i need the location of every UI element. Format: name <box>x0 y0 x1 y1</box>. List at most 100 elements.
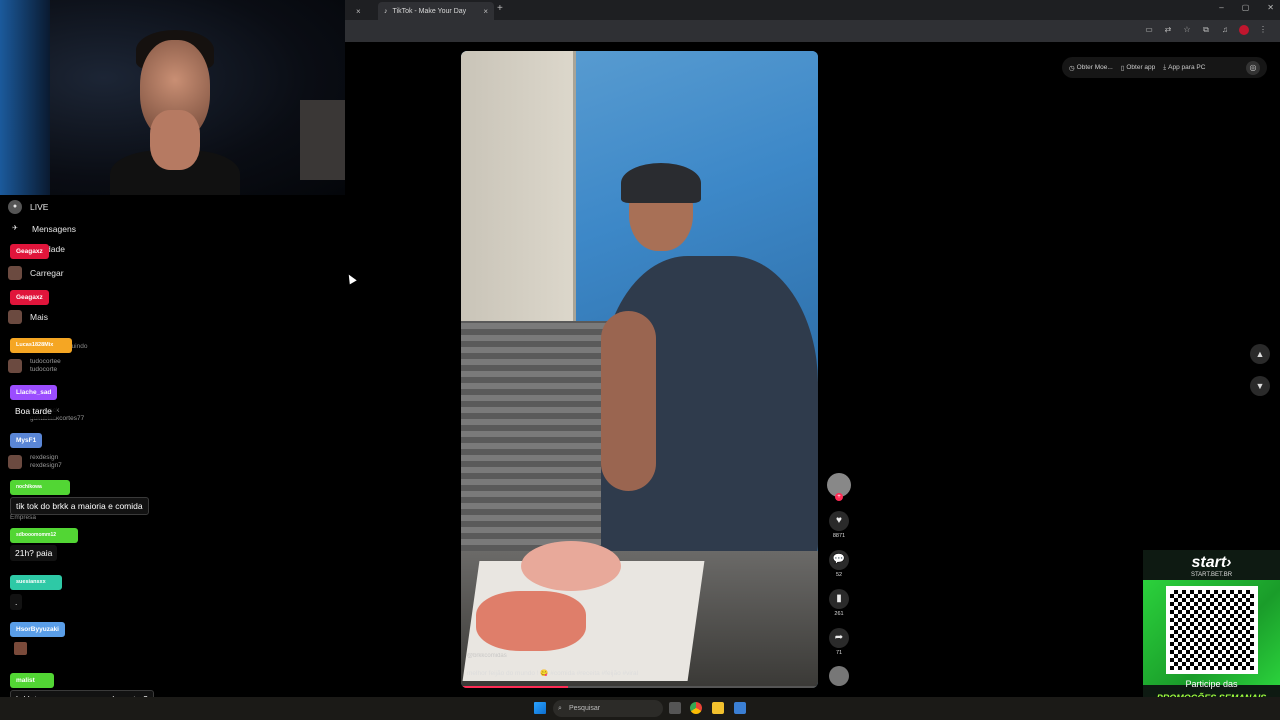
get-app-label: Obter app <box>1126 64 1156 71</box>
comment-count: 52 <box>835 572 843 578</box>
like-button[interactable]: ♥ 8871 <box>827 511 851 539</box>
share-icon: ➦ <box>829 628 849 648</box>
chat-username: Geagaxz <box>10 244 49 259</box>
next-video-button[interactable]: ▼ <box>1250 376 1270 396</box>
music-disc-icon <box>829 666 849 686</box>
video-caption[interactable]: melhor feijão do mundo ! 😋 #comida #rece… <box>467 669 638 677</box>
nav-messages[interactable]: ✈ Mensagens <box>8 222 76 236</box>
send-icon: ✈ <box>12 225 18 232</box>
save-button[interactable]: ▮ 261 <box>827 589 851 617</box>
nav-live-label: LIVE <box>30 202 49 212</box>
chat-username: Lucas1828Mix <box>10 338 72 353</box>
heart-icon: ♥ <box>829 511 849 531</box>
comment-button[interactable]: 💬 52 <box>827 550 851 578</box>
browser-tab-strip: × ♪ TikTok - Make Your Day × + – ▢ ✕ <box>345 0 1280 20</box>
extensions-icon[interactable]: ⧉ <box>1201 25 1211 35</box>
video-cabinet <box>461 51 576 331</box>
account-avatar <box>8 359 22 373</box>
ad-brand: start› <box>1191 554 1232 571</box>
tab-close-icon[interactable]: × <box>356 7 361 16</box>
new-tab-button[interactable]: + <box>497 3 503 14</box>
more-icon <box>8 310 22 324</box>
chat-message: tik tok do brkk a maioria e comida <box>10 497 149 515</box>
profile-avatar-icon[interactable] <box>1239 25 1249 35</box>
tab-close-icon[interactable]: × <box>483 7 488 16</box>
chat-username: malist <box>10 673 54 688</box>
translate-icon[interactable]: ⇄ <box>1163 25 1173 35</box>
phone-icon: ▯ <box>1120 64 1125 72</box>
chat-message: Boa tarde <box>10 403 57 419</box>
video-food <box>521 541 621 591</box>
webcam-overlay <box>0 0 345 195</box>
video-person-cap <box>621 163 701 203</box>
live-icon: ● <box>8 200 22 214</box>
chat-username: nochikowa <box>10 480 70 495</box>
chat-message: . <box>10 594 23 610</box>
minimize-button[interactable]: – <box>1219 3 1223 12</box>
nav-upload[interactable]: Carregar <box>8 266 64 280</box>
windows-taskbar: ⌕ Pesquisar <box>0 697 1280 720</box>
media-icon[interactable]: ♫ <box>1220 25 1230 35</box>
nav-more[interactable]: Mais <box>8 310 48 324</box>
chat-username: HsorByyuzaki <box>10 622 65 637</box>
cast-icon[interactable]: ▭ <box>1144 25 1154 35</box>
pc-app-label: App para PC <box>1168 64 1206 71</box>
account-name: tudocortee <box>30 358 61 365</box>
following-account[interactable]: rexdesign rexdesign7 <box>8 454 62 470</box>
chevron-down-icon: ▼ <box>1255 381 1265 391</box>
app-icon[interactable] <box>734 702 746 714</box>
ad-site: START.BET.BR <box>1190 572 1233 578</box>
get-app-button[interactable]: ▯ Obter app <box>1121 64 1156 72</box>
video-progress-track[interactable] <box>461 686 818 688</box>
search-icon: ⌕ <box>558 705 562 712</box>
chrome-icon[interactable] <box>690 702 702 714</box>
chat-username: Geagaxz <box>10 290 49 305</box>
creator-avatar[interactable]: + <box>827 473 851 501</box>
follow-plus-icon[interactable]: + <box>835 493 843 501</box>
comment-icon: 💬 <box>829 550 849 570</box>
tiktok-top-actions: ◷ Obter Moe... ▯ Obter app ⤓ App para PC ◎ <box>1062 57 1267 78</box>
qr-code <box>1166 586 1258 674</box>
close-window-button[interactable]: ✕ <box>1267 3 1274 12</box>
star-icon[interactable]: ☆ <box>1182 25 1192 35</box>
browser-tab-tiktok[interactable]: ♪ TikTok - Make Your Day × <box>378 2 494 20</box>
tab-title: TikTok - Make Your Day <box>392 7 467 15</box>
nav-live[interactable]: ● LIVE <box>8 200 48 214</box>
window-controls: – ▢ ✕ <box>1219 3 1274 12</box>
video-progress-fill <box>461 686 569 688</box>
video-food <box>476 591 586 651</box>
following-account[interactable]: tudocortee tudocorte <box>8 358 61 374</box>
get-coins-label: Obter Moe... <box>1076 64 1113 71</box>
menu-kebab-icon[interactable]: ⋮ <box>1258 25 1268 35</box>
account-avatar <box>8 455 22 469</box>
chat-username: MysF1 <box>10 433 43 448</box>
share-button[interactable]: ➦ 71 <box>827 628 851 656</box>
windows-start-icon[interactable] <box>534 702 546 714</box>
get-coins-button[interactable]: ◷ Obter Moe... <box>1069 64 1113 72</box>
upload-icon <box>8 266 22 280</box>
sponsor-ad: start› START.BET.BR Participe das PROMOÇ… <box>1143 550 1280 720</box>
previous-video-button[interactable]: ▲ <box>1250 344 1270 364</box>
pc-app-button[interactable]: ⤓ App para PC <box>1163 64 1205 72</box>
nav-upload-label: Carregar <box>30 268 64 278</box>
file-explorer-icon[interactable] <box>712 702 724 714</box>
chat-username: suesiansxx <box>10 575 62 590</box>
chat-emote <box>14 642 27 655</box>
music-disc[interactable] <box>827 666 851 686</box>
background-wall <box>300 100 345 180</box>
maximize-button[interactable]: ▢ <box>1242 3 1250 12</box>
task-view-icon[interactable] <box>669 702 681 714</box>
footer-company[interactable]: Empresa <box>10 514 36 521</box>
background-light <box>0 0 50 195</box>
video-player[interactable]: @brkkcomidas melhor feijão do mundo ! 😋 … <box>461 51 818 688</box>
nav-messages-label: Mensagens <box>32 224 76 234</box>
browser-tab[interactable]: × <box>350 2 380 20</box>
video-person-arm <box>601 311 656 491</box>
download-icon: ⤓ <box>1163 63 1167 71</box>
nav-more-label: Mais <box>30 312 48 322</box>
account-handle: rexdesign7 <box>30 462 62 469</box>
profile-icon[interactable]: ◎ <box>1246 60 1260 75</box>
chat-message: 21h? paia <box>10 545 58 561</box>
taskbar-search[interactable]: ⌕ Pesquisar <box>553 700 663 717</box>
tiktok-favicon-icon: ♪ <box>384 7 388 15</box>
